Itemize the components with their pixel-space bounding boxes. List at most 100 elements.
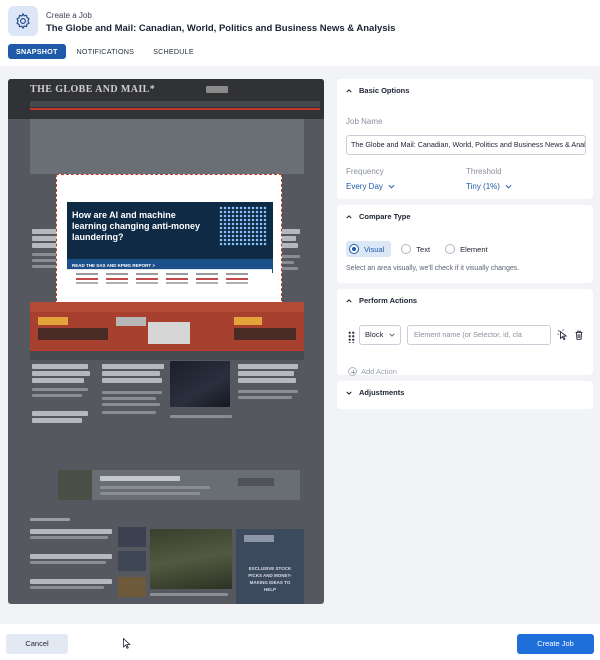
radio-visual[interactable]: Visual [346,241,392,257]
preview-headline [32,411,88,416]
preview-headline [102,371,160,376]
preview-story-photo [170,361,230,407]
preview-text-line [30,536,108,539]
job-name-input[interactable]: The Globe and Mail: Canadian, World, Pol… [346,135,586,155]
page-title: The Globe and Mail: Canadian, World, Pol… [46,23,396,34]
preview-side-ad-logo [244,535,274,542]
add-action-button[interactable]: Add Action [348,367,397,376]
preview-ticker-item [196,273,218,285]
preview-promo-button [116,317,146,326]
preview-promo-badge [234,317,262,325]
preview-nav-divider [30,108,320,110]
compare-type-title: Compare Type [359,212,411,221]
preview-text-line [170,415,232,418]
preview-headline [102,378,162,383]
preview-headline [32,371,90,376]
preview-feature-button [238,478,274,486]
breadcrumb: Create a Job [46,11,92,20]
radio-visual-label: Visual [364,244,385,254]
preview-ad-cta-text: READ THE SAS AND KPMG REPORT > [72,263,155,268]
threshold-select[interactable]: Tiny (1%) [466,182,512,191]
preview-text-line [30,586,104,589]
preview-text-line [32,388,88,391]
drag-handle-icon[interactable] [348,331,355,343]
preview-text-line [150,593,228,596]
chevron-up-icon [346,298,352,302]
basic-options-header[interactable]: Basic Options [346,86,409,95]
compare-type-options: Visual Text Element [346,241,493,257]
preview-text-line [102,403,160,406]
frequency-select[interactable]: Every Day [346,182,395,191]
preview-ticker-item [226,273,248,285]
cancel-button[interactable]: Cancel [6,634,68,654]
threshold-value: Tiny (1%) [466,182,500,191]
basic-options-card: Basic Options Job Name The Globe and Mai… [337,79,593,199]
tab-notifications[interactable]: NOTIFICATIONS [69,44,143,59]
preview-headline [32,378,84,383]
preview-text-line [30,561,106,564]
trash-icon[interactable] [573,329,585,341]
preview-story-photo [150,529,232,589]
preview-promo-top [30,302,304,312]
preview-promo-price [38,328,108,340]
preview-headline [30,529,112,534]
preview-headline [30,579,112,584]
action-type-value: Block [365,330,384,339]
preview-headline [100,476,180,481]
preview-thumb [118,577,146,597]
preview-headline [238,364,298,369]
radio-text-label: Text [416,244,431,254]
tab-snapshot[interactable]: SNAPSHOT [8,44,66,59]
adjustments-header[interactable]: Adjustments [346,388,404,397]
preview-ticker-item [166,273,188,285]
radio-text[interactable]: Text [401,241,435,257]
radio-element-label: Element [460,244,488,254]
add-action-label: Add Action [361,367,397,376]
preview-promo-devices [148,322,190,344]
chevron-down-icon [505,184,512,189]
preview-promo-price [234,328,296,340]
preview-section-label [30,518,70,521]
create-job-button[interactable]: Create Job [517,634,594,654]
compare-type-header[interactable]: Compare Type [346,212,411,221]
perform-actions-card: Perform Actions Block Element name (or S… [337,289,593,376]
job-name-label: Job Name [346,117,383,126]
chevron-down-icon [388,184,395,189]
preview-feature-story [58,470,300,500]
preview-thumb [118,551,146,571]
tab-schedule[interactable]: SCHEDULE [145,44,202,59]
top-bar: Create a Job The Globe and Mail: Canadia… [0,0,600,66]
chevron-up-icon [346,214,352,218]
perform-actions-header[interactable]: Perform Actions [346,296,417,305]
footer-bar: Cancel Create Job [0,624,600,660]
preview-site-header: THE GLOBE AND MAIL* [8,79,324,119]
preview-headline [238,371,294,376]
preview-ticker-item [136,273,158,285]
preview-section-divider [30,350,304,360]
compare-type-card: Compare Type Visual Text Element Select … [337,205,593,283]
mouse-cursor-icon [123,638,131,649]
preview-ad-banner: How are AI and machine learning changing… [67,202,273,273]
preview-top-section [30,119,304,174]
element-picker-icon[interactable] [557,329,569,341]
preview-ad-graphic [219,206,267,246]
preview-market-ticker [66,269,272,287]
preview-feature-photo [58,470,92,500]
website-preview[interactable]: THE GLOBE AND MAIL* How are AI and machi… [8,79,324,604]
preview-text-line [102,391,162,394]
chevron-up-icon [346,88,352,92]
radio-indicator [445,244,456,254]
action-type-select[interactable]: Block [359,325,401,345]
adjustments-card: Adjustments [337,381,593,409]
preview-promo-badge [38,317,68,325]
chevron-down-icon [389,333,395,337]
radio-element[interactable]: Element [445,241,493,257]
element-selector-input[interactable]: Element name (or Selector, id, cla [407,325,551,345]
preview-side-ad: EXCLUSIVE STOCK PICKS AND MONEY-MAKING I… [236,529,304,604]
preview-text-line [102,397,156,400]
frequency-label: Frequency [346,167,384,176]
preview-text-line [32,394,82,397]
preview-nav-bar [30,101,320,107]
preview-ticker-item [106,273,128,285]
preview-subscribe-button [206,86,228,93]
